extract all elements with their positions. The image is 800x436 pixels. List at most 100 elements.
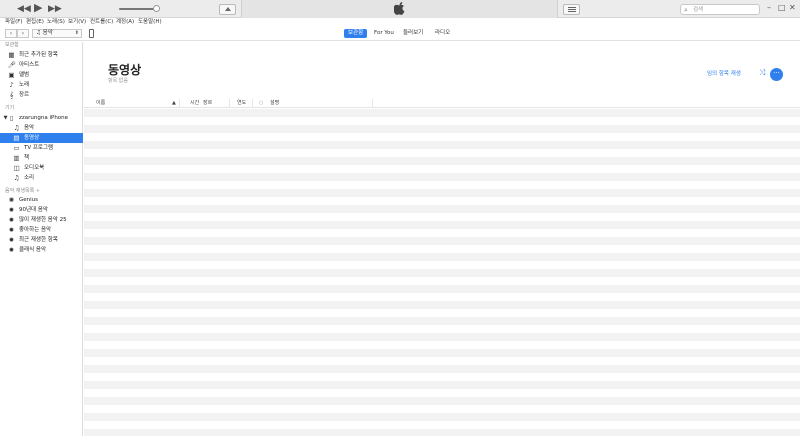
table-row (84, 429, 800, 436)
column-year[interactable]: 연도 (237, 98, 246, 108)
column-description[interactable]: 설명 (270, 98, 279, 108)
info-icon[interactable]: ◌ (259, 98, 263, 108)
column-genre[interactable]: 장르 (203, 98, 212, 108)
sidebar-item-label: 최근 추가된 항목 (19, 52, 58, 58)
sidebar-item-artists[interactable]: 🎤︎ 아티스트 (0, 60, 83, 70)
menu-account[interactable]: 계정(A) (116, 19, 134, 26)
smart-playlist-icon: ✹ (8, 216, 15, 224)
search-field[interactable]: ⌕ 검색 (680, 4, 760, 15)
back-button[interactable]: ‹ (5, 29, 17, 38)
close-icon[interactable]: ✕ (789, 3, 796, 13)
microphone-icon: 🎤︎ (7, 61, 16, 69)
airplay-button[interactable] (219, 4, 236, 15)
sidebar-item-playlist-classical[interactable]: ✹ 클래식 음악 (0, 245, 83, 255)
menu-help[interactable]: 도움말(H) (138, 19, 162, 26)
sidebar-item-device-tones[interactable]: ♫ 소리 (0, 173, 83, 183)
menu-edit[interactable]: 편집(E) (26, 19, 44, 26)
sort-ascending-icon[interactable]: ▲ (172, 98, 176, 108)
menu-song[interactable]: 노래(S) (47, 19, 65, 26)
nav-row: ‹ › ♫ 음악 ⬍ 보관함 For You 둘러보기 라디오 (0, 27, 800, 41)
tv-icon: ▭ (13, 144, 20, 152)
sidebar-item-device-tv[interactable]: ▭ TV 프로그램 (0, 143, 83, 153)
music-note-icon: ♫ (13, 124, 20, 132)
volume-knob[interactable] (153, 5, 160, 12)
table-row (84, 293, 800, 301)
table-row (84, 109, 800, 117)
tab-radio[interactable]: 라디오 (431, 29, 454, 38)
shuffle-icon[interactable]: ⤨ (759, 68, 765, 78)
table-row (84, 133, 800, 141)
sidebar-item-genres[interactable]: 𝄞 장르 (0, 90, 83, 100)
sidebar: 보관함 ▦ 최근 추가된 항목 🎤︎ 아티스트 ▣ 앨범 ♪ 노래 𝄞 장르 기기 ▼ ▯… (0, 42, 83, 436)
table-header: 이름 ▲ 시간 장르 연도 ◌ 설명 (84, 98, 800, 108)
column-time[interactable]: 시간 (190, 98, 199, 108)
sidebar-item-label: 최근 재생한 항목 (19, 237, 58, 243)
sidebar-item-device-books[interactable]: ▥ 책 (0, 153, 83, 163)
sidebar-header-library: 보관함 (5, 42, 19, 48)
sidebar-item-label: 90년대 음악 (19, 207, 48, 213)
table-row (84, 365, 800, 373)
shuffle-button[interactable]: 임의 항목 재생 (707, 70, 741, 78)
sidebar-item-genius[interactable]: ✺ Genius (0, 195, 83, 205)
sidebar-item-label: 장르 (19, 92, 30, 98)
sidebar-item-songs[interactable]: ♪ 노래 (0, 80, 83, 90)
table-row (84, 373, 800, 381)
airplay-icon (225, 7, 231, 11)
sidebar-device[interactable]: ▼ ▯ zzarungna iPhone (0, 113, 83, 123)
play-icon[interactable]: ▶ (34, 2, 42, 14)
genre-icon: 𝄞 (9, 91, 14, 99)
fast-forward-icon[interactable]: ▶▶ (48, 3, 62, 15)
film-icon: ▤ (13, 134, 20, 142)
media-type-select[interactable]: ♫ 음악 ⬍ (32, 29, 82, 38)
apple-logo-icon (394, 2, 405, 15)
sidebar-item-device-music[interactable]: ♫ 음악 (0, 123, 83, 133)
page-title: 동영상 (108, 63, 142, 77)
sidebar-item-label: 책 (24, 155, 30, 161)
book-icon: ▥ (13, 154, 20, 162)
menu-controls[interactable]: 컨트롤(C) (90, 19, 113, 26)
column-separator (372, 99, 373, 107)
table-row (84, 213, 800, 221)
sidebar-item-playlist-recent[interactable]: ✹ 최근 재생한 항목 (0, 235, 83, 245)
table-row (84, 157, 800, 165)
sidebar-item-recently-added[interactable]: ▦ 최근 추가된 항목 (0, 50, 83, 60)
device-button[interactable] (89, 29, 94, 38)
sidebar-item-device-movies[interactable]: ▤ 동영상 (0, 133, 83, 143)
table-row (84, 413, 800, 421)
sidebar-item-label: 노래 (19, 82, 30, 88)
tab-for-you[interactable]: For You (370, 29, 398, 38)
sidebar-item-playlist-top25[interactable]: ✹ 많이 재생한 음악 25 (0, 215, 83, 225)
sidebar-item-label: 많이 재생한 음악 25 (19, 217, 67, 223)
more-button[interactable]: ··· (770, 68, 783, 81)
table-row (84, 149, 800, 157)
sidebar-header-playlists[interactable]: 음악 재생목록 ÷ (5, 188, 40, 195)
table-body (84, 109, 800, 436)
menu-view[interactable]: 보기(V) (68, 19, 86, 26)
forward-button[interactable]: › (17, 29, 29, 38)
sidebar-item-albums[interactable]: ▣ 앨범 (0, 70, 83, 80)
rewind-icon[interactable]: ◀◀ (17, 3, 31, 15)
up-next-button[interactable] (563, 4, 580, 15)
table-row (84, 301, 800, 309)
table-row (84, 285, 800, 293)
column-separator (179, 99, 180, 107)
search-placeholder: 검색 (693, 7, 704, 13)
tab-library[interactable]: 보관함 (344, 29, 368, 38)
sidebar-item-playlist-favorites[interactable]: ✹ 좋아하는 음악 (0, 225, 83, 235)
minimize-icon[interactable]: – (767, 3, 771, 13)
sidebar-item-label: Genius (19, 197, 39, 203)
tab-browse[interactable]: 둘러보기 (399, 29, 427, 38)
table-row (84, 189, 800, 197)
maximize-icon[interactable]: □ (778, 3, 786, 13)
table-row (84, 277, 800, 285)
sidebar-item-playlist-90s[interactable]: ✹ 90년대 음악 (0, 205, 83, 215)
column-name[interactable]: 이름 (96, 98, 105, 108)
main-content: 동영상 항목 없음 임의 항목 재생 ⤨ ··· 이름 ▲ 시간 장르 연도 ◌… (84, 42, 800, 436)
sidebar-item-device-audiobooks[interactable]: ◫ 오디오북 (0, 163, 83, 173)
table-row (84, 333, 800, 341)
table-row (84, 141, 800, 149)
page-subtitle: 항목 없음 (108, 78, 128, 84)
smart-playlist-icon: ✹ (8, 226, 15, 234)
music-note-icon: ♫ (36, 30, 43, 36)
menu-file[interactable]: 파일(F) (5, 19, 23, 26)
